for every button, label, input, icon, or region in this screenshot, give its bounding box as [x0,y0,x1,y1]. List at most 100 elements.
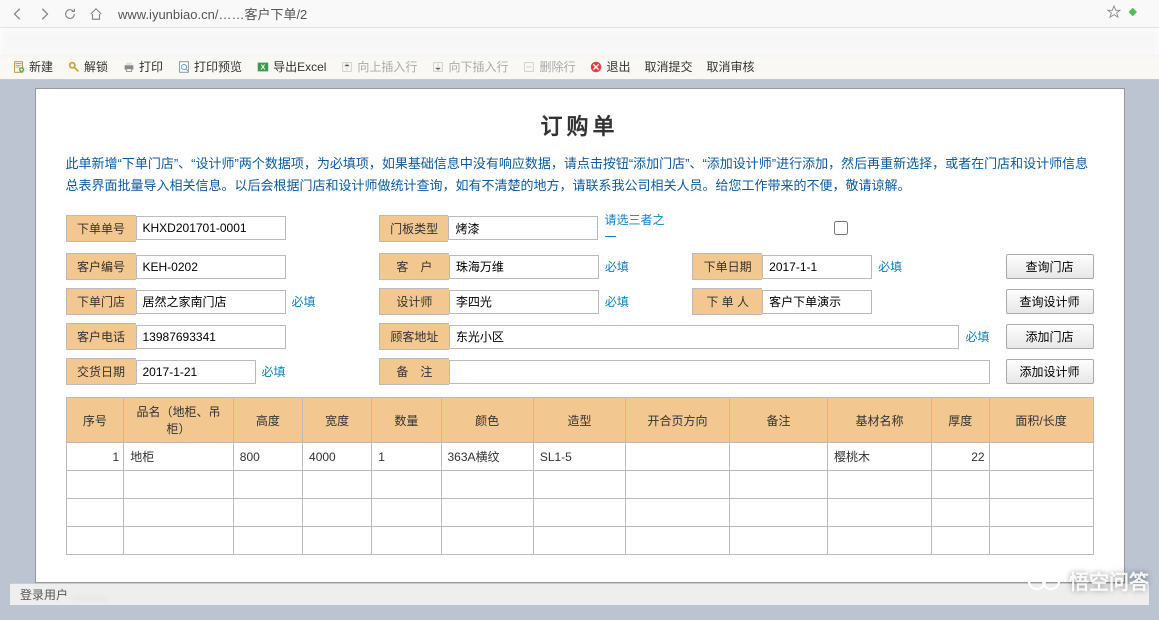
table-cell[interactable]: 363A横纹 [441,443,533,471]
table-cell[interactable] [372,527,441,555]
table-row[interactable] [66,499,1093,527]
table-cell[interactable]: SL1-5 [533,443,625,471]
cust-addr-input[interactable] [449,325,960,349]
order-page: 订购单 此单新增“下单门店”、“设计师”两个数据项，为必填项，如果基础信息中没有… [35,88,1125,583]
table-cell[interactable] [989,471,1093,499]
order-by-input[interactable] [762,290,872,314]
table-cell[interactable] [729,527,827,555]
query-designer-button[interactable]: 查询设计师 [1006,289,1094,314]
extension-icon[interactable] [1129,4,1145,23]
table-cell[interactable] [931,527,989,555]
query-store-button[interactable]: 查询门店 [1006,254,1094,279]
table-cell[interactable] [66,499,124,527]
cust-phone-input[interactable] [136,325,286,349]
table-cell[interactable] [233,527,302,555]
table-cell[interactable]: 22 [931,443,989,471]
print-preview-button[interactable]: 打印预览 [171,56,248,77]
table-row[interactable] [66,471,1093,499]
deliver-date-req: 必填 [262,363,286,380]
table-cell[interactable] [372,471,441,499]
table-cell[interactable] [626,443,730,471]
designer-input[interactable] [449,290,599,314]
table-cell[interactable] [626,471,730,499]
table-header-cell: 厚度 [931,398,989,443]
unlock-button[interactable]: 解锁 [61,56,114,77]
table-cell[interactable]: 4000 [303,443,372,471]
table-cell[interactable]: 1 [372,443,441,471]
table-cell[interactable] [729,443,827,471]
table-cell[interactable] [441,471,533,499]
forward-button[interactable] [34,4,54,24]
home-button[interactable] [86,4,106,24]
table-cell[interactable] [233,499,302,527]
export-excel-button[interactable]: X 导出Excel [250,56,332,77]
detail-table: 序号品名（地柜、吊柜）高度宽度数量颜色造型开合页方向备注基材名称厚度面积/长度 … [66,397,1094,555]
table-header-cell: 品名（地柜、吊柜） [124,398,234,443]
panel-type-input[interactable] [448,216,598,240]
table-cell[interactable] [124,471,234,499]
deliver-date-input[interactable] [136,360,256,384]
table-cell[interactable] [303,499,372,527]
table-cell[interactable] [533,499,625,527]
table-cell[interactable] [729,471,827,499]
table-cell[interactable] [66,527,124,555]
table-header-cell: 序号 [66,398,124,443]
new-button[interactable]: 新建 [6,56,59,77]
refresh-button[interactable] [60,4,80,24]
deliver-date-label: 交货日期 [66,358,136,385]
table-cell[interactable] [931,471,989,499]
url-text: www.iyunbiao.cn/……客户下单/2 [112,4,1101,23]
add-store-button[interactable]: 添加门店 [1006,324,1094,349]
print-button[interactable]: 打印 [116,56,169,77]
table-cell[interactable] [828,471,932,499]
table-cell[interactable]: 1 [66,443,124,471]
cancel-submit-button[interactable]: 取消提交 [638,56,698,77]
panel-type-checkbox[interactable] [834,221,848,235]
customer-label: 客 户 [379,253,449,280]
order-no-input[interactable] [136,216,286,240]
table-cell[interactable] [372,499,441,527]
table-cell[interactable] [989,443,1093,471]
back-button[interactable] [8,4,28,24]
designer-label: 设计师 [379,288,449,315]
login-user-label: 登录用户 [20,588,68,602]
table-header-cell: 高度 [233,398,302,443]
order-date-req: 必填 [878,258,902,275]
table-cell[interactable]: 樱桃木 [828,443,932,471]
table-cell[interactable] [441,527,533,555]
table-cell[interactable] [66,471,124,499]
customer-input[interactable] [449,255,599,279]
page-title: 订购单 [66,109,1094,141]
table-cell[interactable]: 800 [233,443,302,471]
table-cell[interactable]: 地柜 [124,443,234,471]
store-input[interactable] [136,290,286,314]
table-row[interactable] [66,527,1093,555]
table-cell[interactable] [626,527,730,555]
exit-button[interactable]: 退出 [583,56,636,77]
cust-code-input[interactable] [136,255,286,279]
table-cell[interactable] [303,527,372,555]
table-cell[interactable] [233,471,302,499]
add-designer-button[interactable]: 添加设计师 [1006,359,1094,384]
table-cell[interactable] [989,527,1093,555]
table-cell[interactable] [626,499,730,527]
remark-input[interactable] [449,360,990,384]
table-header-cell: 基材名称 [828,398,932,443]
table-row[interactable]: 1地柜80040001363A横纹SL1-5樱桃木22 [66,443,1093,471]
table-cell[interactable] [124,527,234,555]
table-cell[interactable] [828,527,932,555]
table-cell[interactable] [989,499,1093,527]
panel-type-label: 门板类型 [379,215,449,242]
table-cell[interactable] [303,471,372,499]
table-cell[interactable] [533,471,625,499]
table-cell[interactable] [729,499,827,527]
favorite-icon[interactable] [1107,5,1121,22]
table-cell[interactable] [124,499,234,527]
table-cell[interactable] [441,499,533,527]
order-date-input[interactable] [762,255,872,279]
table-cell[interactable] [533,527,625,555]
cancel-review-button[interactable]: 取消审核 [701,56,761,77]
table-cell[interactable] [828,499,932,527]
table-cell[interactable] [931,499,989,527]
table-header-cell: 开合页方向 [626,398,730,443]
